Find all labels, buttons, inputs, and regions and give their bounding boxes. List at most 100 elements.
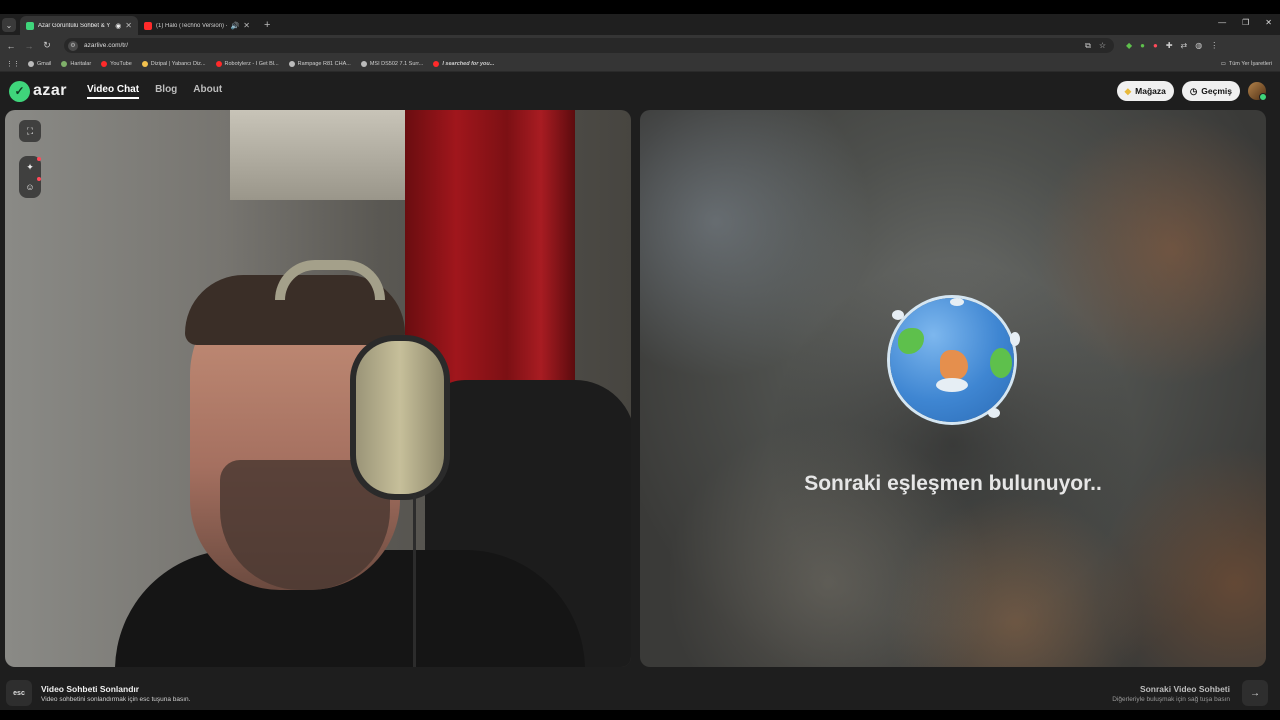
bookmark-favicon-icon bbox=[61, 60, 68, 67]
restore-icon[interactable]: ❐ bbox=[1242, 18, 1249, 27]
bookmark-item[interactable]: YouTube bbox=[101, 60, 132, 67]
tab-title: (1) Halo (Techno Version) - bbox=[156, 22, 227, 29]
apps-grid-icon[interactable]: ⋮⋮ bbox=[6, 60, 20, 68]
finding-match-text: Sonraki eşleşmen bulunuyor.. bbox=[804, 472, 1102, 495]
bookmark-item[interactable]: Haritalar bbox=[61, 60, 92, 67]
cast-icon[interactable]: ⧉ bbox=[1085, 41, 1091, 51]
bookmark-item[interactable]: Robotylerz - I Get Bl... bbox=[215, 60, 279, 67]
esc-key-button[interactable]: esc bbox=[6, 680, 32, 706]
video-stage: ⛶ ✦ ☺ Sonraki eşleşmen bulunuyor.. bbox=[0, 110, 1280, 676]
bookmark-favicon-icon bbox=[28, 60, 34, 67]
bookmark-label: YouTube bbox=[110, 60, 132, 67]
azar-logo[interactable]: ✓ azar bbox=[9, 80, 68, 102]
translate-icon[interactable]: ⇄ bbox=[1181, 41, 1188, 50]
globe-land bbox=[990, 348, 1012, 378]
bookmark-item[interactable]: I searched for you... bbox=[433, 60, 495, 67]
globe-cloud bbox=[950, 298, 964, 306]
store-button[interactable]: ◆ Mağaza bbox=[1116, 81, 1174, 101]
tab-youtube[interactable]: (1) Halo (Techno Version) - 🔊 ✕ bbox=[138, 16, 256, 35]
bookmark-label: Dizipal | Yabancı Diz... bbox=[150, 60, 206, 67]
back-icon[interactable]: ← bbox=[2, 41, 20, 51]
nav-video-chat[interactable]: Video Chat bbox=[87, 84, 140, 99]
arrow-right-icon: → bbox=[1250, 687, 1260, 699]
bookmark-label: Gmail bbox=[37, 60, 52, 67]
gem-icon: ◆ bbox=[1124, 85, 1132, 96]
extensions-puzzle-icon[interactable]: ✚ bbox=[1166, 41, 1173, 50]
forward-icon[interactable]: → bbox=[20, 41, 38, 51]
close-tab-icon[interactable]: ✕ bbox=[243, 21, 250, 30]
headphone-cup bbox=[350, 335, 450, 500]
profile-icon[interactable]: ◍ bbox=[1195, 41, 1202, 50]
audio-playing-icon[interactable]: 🔊 bbox=[231, 22, 240, 30]
bookmark-item[interactable]: Rampage R81 CHA... bbox=[288, 60, 351, 67]
menu-kebab-icon[interactable]: ⋮ bbox=[1210, 41, 1218, 50]
bookmark-label: Robotylerz - I Get Bl... bbox=[224, 60, 279, 67]
shortcut-footer: esc Video Sohbeti Sonlandır Video sohbet… bbox=[0, 676, 1280, 710]
tab-azar[interactable]: Azar Görüntülü Sohbet & Y ◉ ✕ bbox=[20, 16, 138, 35]
sparkle-effects-icon[interactable]: ✦ bbox=[23, 157, 41, 174]
youtube-favicon-icon bbox=[144, 21, 152, 30]
close-window-icon[interactable]: ✕ bbox=[1265, 18, 1272, 27]
header-actions: ◆ Mağaza ◷ Geçmiş bbox=[1116, 81, 1267, 101]
background-window bbox=[230, 110, 410, 200]
browser-toolbar: ← → ↻ ⚙ azarlive.com/tr/ ⧉ ☆ ◆ ● ● ✚ ⇄ ◍… bbox=[0, 35, 1280, 56]
site-info-icon[interactable]: ⚙ bbox=[68, 40, 78, 51]
remote-video-placeholder: Sonraki eşleşmen bulunuyor.. bbox=[640, 110, 1266, 667]
bookmark-item[interactable]: MSI DS502 7.1 Surr... bbox=[360, 60, 424, 67]
camera-in-use-icon: ◉ bbox=[115, 22, 122, 30]
reload-icon[interactable]: ↻ bbox=[38, 40, 56, 51]
headphone-band bbox=[275, 260, 385, 300]
extensions-area: ◆ ● ● ✚ ⇄ ◍ ⋮ bbox=[1126, 41, 1218, 50]
clock-icon: ◷ bbox=[1189, 85, 1198, 96]
screen-bottom-border bbox=[0, 710, 1280, 720]
main-nav: Video Chat Blog About bbox=[87, 84, 222, 99]
globe-cloud bbox=[988, 408, 1000, 418]
logo-text: azar bbox=[33, 82, 68, 99]
close-tab-icon[interactable]: ✕ bbox=[125, 21, 132, 30]
tab-search-button[interactable]: ⌄ bbox=[2, 18, 16, 32]
all-bookmarks-label: Tüm Yer İşaretleri bbox=[1228, 60, 1272, 67]
extension-icon[interactable]: ● bbox=[1140, 41, 1145, 50]
folder-icon: ▭ bbox=[1220, 60, 1226, 67]
next-chat-subtitle: Diğerleriyle buluşmak için sağ tuşa bası… bbox=[1112, 695, 1230, 703]
address-bar[interactable]: ⚙ azarlive.com/tr/ ⧉ ☆ bbox=[64, 38, 1114, 53]
effects-group: ✦ ☺ bbox=[19, 156, 41, 198]
bookmark-favicon-icon bbox=[433, 60, 440, 67]
browser-tabstrip: ⌄ Azar Görüntülü Sohbet & Y ◉ ✕ (1) Halo… bbox=[0, 14, 1280, 35]
minimize-icon[interactable]: — bbox=[1218, 18, 1226, 27]
extension-icon[interactable]: ◆ bbox=[1126, 41, 1132, 50]
fullscreen-icon[interactable]: ⛶ bbox=[19, 120, 41, 142]
bookmark-favicon-icon bbox=[141, 60, 148, 67]
history-label: Geçmiş bbox=[1201, 86, 1232, 96]
globe-icon bbox=[890, 298, 1020, 422]
video-tools: ⛶ ✦ ☺ bbox=[19, 120, 41, 198]
next-chat-hint: Sonraki Video Sohbeti Diğerleriyle buluş… bbox=[1112, 684, 1230, 703]
tab-title: Azar Görüntülü Sohbet & Y bbox=[38, 22, 111, 29]
headphone-cable bbox=[413, 495, 416, 667]
bookmark-star-icon[interactable]: ☆ bbox=[1099, 41, 1106, 51]
end-chat-hint: Video Sohbeti Sonlandır Video sohbetini … bbox=[41, 684, 190, 703]
end-chat-title: Video Sohbeti Sonlandır bbox=[41, 683, 140, 694]
user-avatar[interactable] bbox=[1248, 82, 1267, 101]
face-filter-icon[interactable]: ☺ bbox=[23, 177, 41, 194]
extension-icon[interactable]: ● bbox=[1153, 41, 1158, 50]
azar-logo-icon: ✓ bbox=[9, 80, 30, 102]
bookmark-label: Rampage R81 CHA... bbox=[297, 60, 351, 67]
all-bookmarks-button[interactable]: ▭ Tüm Yer İşaretleri bbox=[1221, 61, 1272, 67]
bookmark-favicon-icon bbox=[288, 60, 295, 67]
screen-top-border bbox=[0, 0, 1280, 14]
new-tab-button[interactable]: + bbox=[264, 19, 270, 31]
globe-cloud bbox=[936, 378, 968, 392]
store-label: Mağaza bbox=[1135, 86, 1166, 96]
next-chat-button[interactable]: → bbox=[1242, 680, 1268, 706]
bookmark-label: MSI DS502 7.1 Surr... bbox=[369, 60, 424, 67]
bookmark-item[interactable]: Dizipal | Yabancı Diz... bbox=[141, 60, 206, 67]
bookmark-label: Haritalar bbox=[70, 60, 92, 67]
bookmark-favicon-icon bbox=[101, 60, 108, 67]
nav-blog[interactable]: Blog bbox=[155, 84, 177, 99]
globe-cloud bbox=[1010, 332, 1020, 346]
bookmark-item[interactable]: Gmail bbox=[28, 60, 52, 67]
bookmark-label: I searched for you... bbox=[442, 60, 495, 67]
nav-about[interactable]: About bbox=[193, 84, 222, 99]
history-button[interactable]: ◷ Geçmiş bbox=[1181, 81, 1240, 101]
